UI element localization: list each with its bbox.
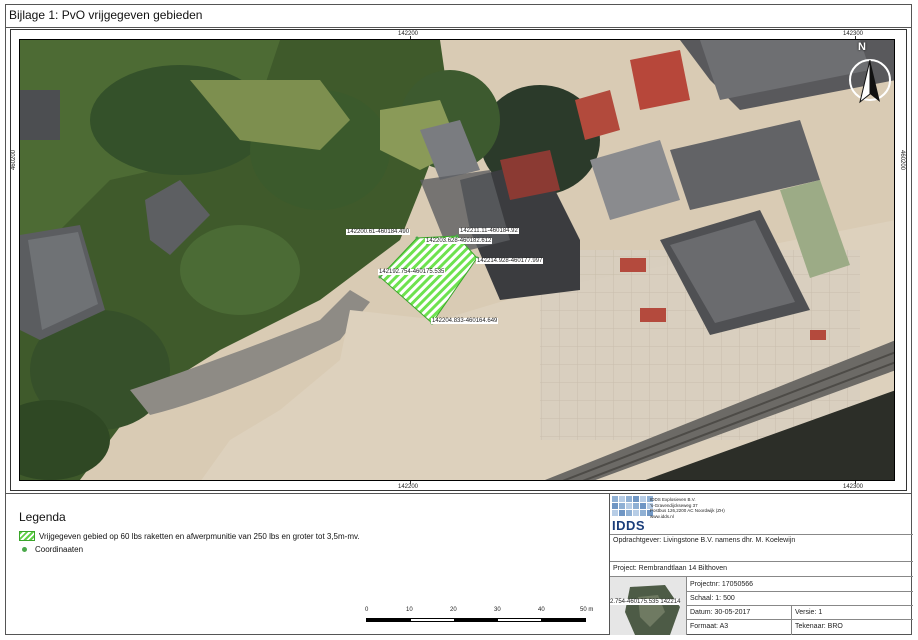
scale-tick-label: 10 (406, 607, 413, 613)
green-dot-icon (22, 547, 27, 552)
scale-tick-label: 40 (538, 607, 545, 613)
scale-tick-label: 0 (365, 607, 369, 613)
format-field: Formaat: A3 (690, 623, 729, 630)
legend-item-released-area: Vrijgegeven gebied op 60 lbs raketten en… (19, 531, 360, 541)
title-block-line (610, 561, 913, 562)
title-block-line (686, 591, 913, 592)
scale-tick-label: 50 m (580, 607, 594, 613)
aerial-map[interactable]: N 142200.61-460184.490 142211.11-460184.… (19, 39, 895, 481)
company-line: Postbus 126,2200 AC Noordwijk (ZH) (650, 508, 725, 513)
coordinate-label: 142192.754-460175.535 (378, 269, 446, 275)
grid-label-top-2: 142300 (843, 31, 864, 37)
company-address: IDDS Explosieven B.V. 's-Gravendijcksewe… (650, 497, 725, 519)
inset-map: 2.754-460175.535 142214 (610, 577, 686, 635)
scale-bar-graphic (366, 618, 586, 622)
coordinate-label: 142203.628-460182.612 (425, 238, 493, 244)
grid-label-left: 460200 (11, 150, 17, 171)
title-block-line (686, 619, 913, 620)
version-field: Versie: 1 (795, 609, 823, 616)
legend-item-label: Vrijgegeven gebied op 60 lbs raketten en… (39, 531, 360, 541)
inset-map-graphic (625, 585, 680, 635)
scale-tick-label: 20 (450, 607, 457, 613)
grid-label-top-1: 142200 (398, 31, 419, 37)
grid-label-bottom-2: 142300 (843, 484, 864, 490)
inset-map-label: 2.754-460175.535 142214 (610, 599, 681, 605)
legend-item-label: Coordinaaten (35, 545, 84, 554)
drafter-field: Tekenaar: BRO (795, 623, 843, 630)
page-title: Bijlage 1: PvO vrijgegeven gebieden (9, 8, 203, 22)
project-number: Projectnr: 17050566 (690, 581, 754, 588)
title-block-line (686, 605, 913, 606)
title-block: IDDS IDDS Explosieven B.V. 's-Gravendijc… (609, 494, 913, 635)
project-field: Project: Rembrandtlaan 14 Bilthoven (613, 565, 728, 572)
grid-label-bottom-1: 142200 (398, 484, 419, 490)
green-hatch-icon (19, 531, 35, 541)
date-field: Datum: 30-05-2017 (690, 609, 751, 616)
legend-item-coordinates: Coordinaaten (19, 545, 83, 554)
idds-logo-text: IDDS (612, 518, 646, 533)
north-label: N (858, 41, 866, 53)
coordinate-label: 142214.928-460177.997 (476, 258, 544, 264)
coordinate-label: 142204.833-460164.649 (431, 318, 499, 324)
grid-label-right: 460200 (899, 150, 905, 171)
scale-field: Schaal: 1: 500 (690, 595, 735, 602)
scale-tick-label: 30 (494, 607, 501, 613)
coordinate-label: 142200.61-460184.490 (346, 229, 411, 235)
aerial-map-imagery (20, 40, 894, 480)
title-divider (5, 27, 912, 28)
client-field: Opdrachtgever: Livingstone B.V. namens d… (613, 537, 796, 544)
legend-title: Legenda (19, 510, 66, 524)
company-line: www.idds.nl (650, 513, 674, 519)
coordinate-label: 142211.11-460184.92 (459, 228, 519, 234)
